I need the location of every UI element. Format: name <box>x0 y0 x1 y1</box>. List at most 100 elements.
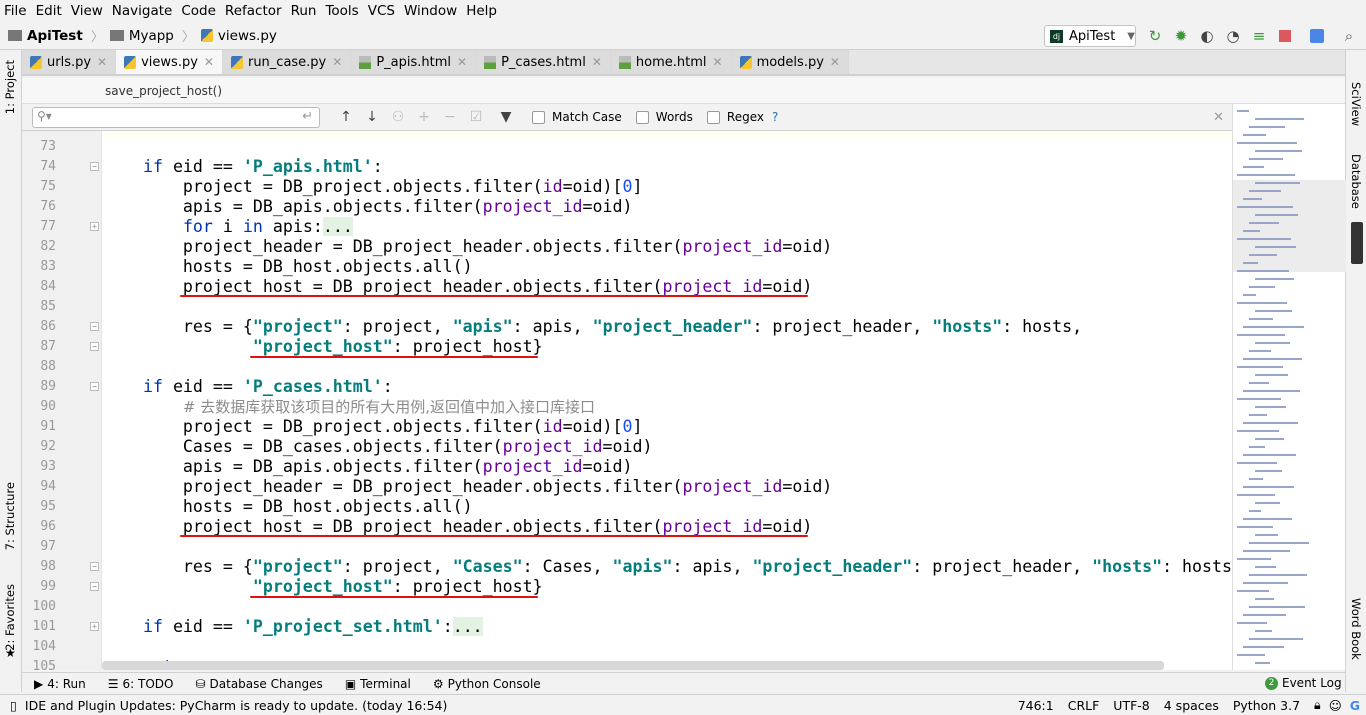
function-crumb[interactable]: save_project_host() <box>105 84 222 98</box>
regex-checkbox[interactable]: Regex <box>706 110 764 124</box>
tab-p_apis-html[interactable]: P_apis.html ✕ <box>351 50 477 74</box>
rerun-icon[interactable]: ↻ <box>1146 27 1164 45</box>
line-separator[interactable]: CRLF <box>1068 698 1100 713</box>
project-tool-button[interactable]: 1: Project <box>3 60 17 114</box>
add-occurrence-icon[interactable]: + <box>416 109 432 125</box>
folder-icon <box>8 30 22 41</box>
menu-run[interactable]: Run <box>291 3 317 19</box>
menu-tools[interactable]: Tools <box>325 3 358 19</box>
tool-window-4-run[interactable]: ▶ 4: Run <box>22 677 96 691</box>
database-tool-button[interactable]: Database <box>1349 154 1363 209</box>
tab-models-py[interactable]: models.py ✕ <box>731 50 849 74</box>
token-kw: if <box>142 377 163 396</box>
tool-window-python-console[interactable]: ⚙ Python Console <box>421 677 551 691</box>
event-log-button[interactable]: 2 Event Log <box>1265 676 1342 690</box>
horizontal-scrollbar[interactable] <box>102 661 1164 670</box>
indent-setting[interactable]: 4 spaces <box>1164 698 1219 713</box>
tab-home-html[interactable]: home.html ✕ <box>610 50 732 74</box>
tab-run_case-py[interactable]: run_case.py ✕ <box>222 50 352 74</box>
close-tab-icon[interactable]: ✕ <box>332 55 342 69</box>
minimap-line <box>1237 334 1285 336</box>
line-number: 82 <box>40 239 56 254</box>
status-message[interactable]: IDE and Plugin Updates: PyCharm is ready… <box>25 698 447 713</box>
menu-window[interactable]: Window <box>404 3 457 19</box>
previous-occurrence-icon[interactable]: ↑ <box>338 109 354 125</box>
menu-file[interactable]: File <box>4 3 27 19</box>
translate-icon[interactable] <box>1308 27 1326 45</box>
filter-icon[interactable]: ▼ <box>498 109 514 125</box>
coverage-icon[interactable]: ◐ <box>1198 27 1216 45</box>
close-tab-icon[interactable]: ✕ <box>457 55 467 69</box>
debug-icon[interactable]: ✹ <box>1172 27 1190 45</box>
menu-help[interactable]: Help <box>466 3 497 19</box>
tool-window-6-todo[interactable]: ☰ 6: TODO <box>96 677 184 691</box>
annotation-underline <box>180 295 808 297</box>
run-config-select[interactable]: dj ApiTest ▼ <box>1044 25 1136 47</box>
fold-collapse-icon[interactable]: − <box>90 322 99 331</box>
minimap-line <box>1249 478 1263 480</box>
remove-occurrence-icon[interactable]: − <box>442 109 458 125</box>
close-tab-icon[interactable]: ✕ <box>713 55 723 69</box>
minimap-line <box>1249 158 1283 160</box>
run-concurrency-icon[interactable]: ≡ <box>1250 27 1268 45</box>
profile-icon[interactable]: ◔ <box>1224 27 1242 45</box>
close-icon[interactable]: ✕ <box>1213 110 1224 125</box>
menu-view[interactable]: View <box>71 3 103 19</box>
code-line: 86 − res = {"project": project, "apis": a… <box>22 317 1232 337</box>
caret-position[interactable]: 746:1 <box>1018 698 1054 713</box>
find-all-icon[interactable]: ⚇ <box>390 109 406 125</box>
fold-collapse-icon[interactable]: − <box>90 582 99 591</box>
fold-collapse-icon[interactable]: − <box>90 562 99 571</box>
close-tab-icon[interactable]: ✕ <box>592 55 602 69</box>
code-editor[interactable]: 73 74− if eid == 'P_apis.html': 75 project… <box>22 131 1232 670</box>
wordbook-tool-button[interactable]: Word Book <box>1349 598 1363 660</box>
next-occurrence-icon[interactable]: ↓ <box>364 109 380 125</box>
menu-vcs[interactable]: VCS <box>368 3 395 19</box>
fold-collapse-icon[interactable]: − <box>90 382 99 391</box>
breadcrumb-project[interactable]: ApiTest <box>8 28 83 44</box>
fold-expand-icon[interactable]: + <box>90 222 99 231</box>
tab-urls-py[interactable]: urls.py ✕ <box>22 50 117 74</box>
sciview-tool-button[interactable]: SciView <box>1349 82 1363 126</box>
fold-collapse-icon[interactable]: − <box>90 162 99 171</box>
plugin-indicator[interactable] <box>1351 222 1363 264</box>
match-case-checkbox[interactable]: Match Case <box>532 110 622 124</box>
words-checkbox[interactable]: Words <box>635 110 693 124</box>
favorites-tool-button[interactable]: 2: Favorites <box>3 584 17 651</box>
code-line: 82 project_header = DB_project_header.ob… <box>22 237 1232 257</box>
breadcrumb-folder[interactable]: Myapp <box>109 28 174 44</box>
close-tab-icon[interactable]: ✕ <box>97 55 107 69</box>
python-interpreter[interactable]: Python 3.7 <box>1233 698 1300 713</box>
close-tab-icon[interactable]: ✕ <box>204 55 214 69</box>
stop-icon[interactable] <box>1276 27 1294 45</box>
structure-tool-button[interactable]: 7: Structure <box>3 482 17 550</box>
token-num: 0 <box>622 177 633 196</box>
close-tab-icon[interactable]: ✕ <box>830 55 840 69</box>
tool-window-terminal[interactable]: ▣ Terminal <box>333 677 421 691</box>
find-input[interactable]: ⚲▾ ↵ <box>32 106 320 128</box>
fold-expand-icon[interactable]: + <box>90 622 99 631</box>
breadcrumb-file[interactable]: views.py <box>200 28 277 44</box>
minimap-line <box>1249 126 1285 128</box>
menu-refactor[interactable]: Refactor <box>225 3 282 19</box>
tab-views-py[interactable]: views.py ✕ <box>116 50 223 74</box>
status-toggle-icon[interactable]: ▯ <box>10 698 17 713</box>
google-icon[interactable]: G <box>1350 698 1360 713</box>
search-icon[interactable]: ⌕ <box>1340 27 1358 45</box>
regex-help-link[interactable]: ? <box>772 110 778 124</box>
menu-code[interactable]: Code <box>181 3 216 19</box>
menu-navigate[interactable]: Navigate <box>112 3 173 19</box>
token-p: =oid) <box>782 237 833 256</box>
tab-p_cases-html[interactable]: P_cases.html ✕ <box>476 50 611 74</box>
lock-icon[interactable]: 🔒︎ <box>1314 697 1321 713</box>
tool-window-database-changes[interactable]: ⛁ Database Changes <box>183 677 332 691</box>
code-minimap[interactable] <box>1232 104 1346 670</box>
select-all-occurrences-icon[interactable]: ☑ <box>468 109 484 125</box>
file-encoding[interactable]: UTF-8 <box>1113 698 1149 713</box>
inspector-icon[interactable]: ☺ <box>1329 698 1342 713</box>
menu-edit[interactable]: Edit <box>36 3 62 19</box>
minimap-viewport[interactable] <box>1233 180 1346 272</box>
token-p: project = DB_project.objects.filter( <box>103 417 543 436</box>
token-p: : project_host} <box>392 577 543 596</box>
fold-collapse-icon[interactable]: − <box>90 342 99 351</box>
